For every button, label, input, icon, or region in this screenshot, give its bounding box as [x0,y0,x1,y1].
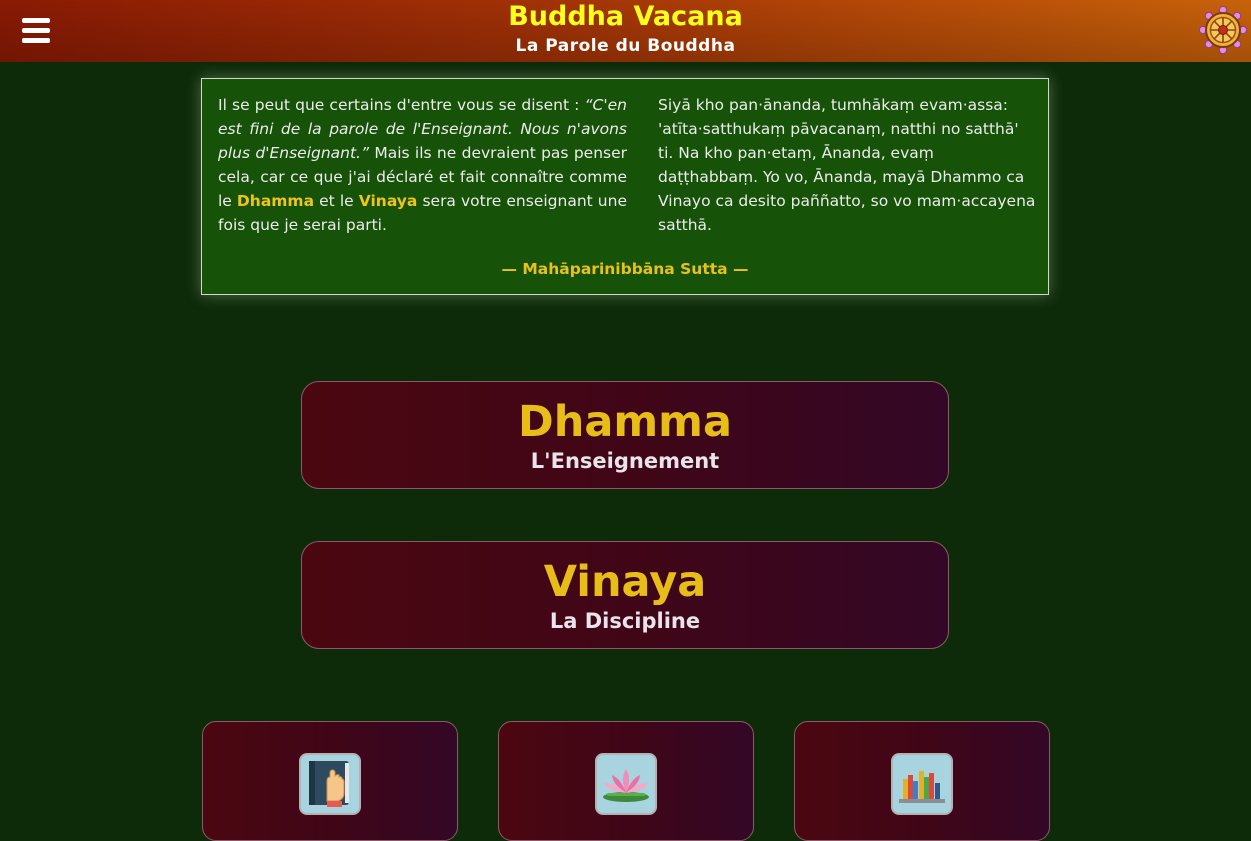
lotus-icon [595,753,657,815]
dhamma-wheel-icon[interactable] [1198,5,1248,55]
quote-vinaya-highlight: Vinaya [358,192,418,210]
dhamma-button-subtitle: L'Enseignement [530,449,720,473]
quote-fr-text: et le [314,192,359,210]
dhamma-button[interactable]: Dhamma L'Enseignement [301,381,949,489]
quote-source[interactable]: — Mahāparinibbāna Sutta — [202,260,1048,278]
dhamma-button-title: Dhamma [518,397,732,447]
quote-fr-text: Il se peut que certains d'entre vous se … [218,96,585,114]
quote-french: Il se peut que certains d'entre vous se … [218,93,627,237]
card-book[interactable] [202,721,458,841]
quote-box: Il se peut que certains d'entre vous se … [201,78,1049,295]
card-lotus[interactable] [498,721,754,841]
card-library[interactable] [794,721,1050,841]
quote-pali: Siyā kho pan·ānanda, tumhākaṃ evam·assa:… [658,96,1036,234]
vinaya-button[interactable]: Vinaya La Discipline [301,541,949,649]
vinaya-button-title: Vinaya [543,557,707,607]
vinaya-button-subtitle: La Discipline [549,609,701,633]
bookshelf-icon [891,753,953,815]
quote-dhamma-highlight: Dhamma [236,192,315,210]
site-title[interactable]: Buddha Vacana [0,0,1251,34]
book-hand-icon [299,753,361,815]
site-subtitle: La Parole du Bouddha [515,36,736,56]
